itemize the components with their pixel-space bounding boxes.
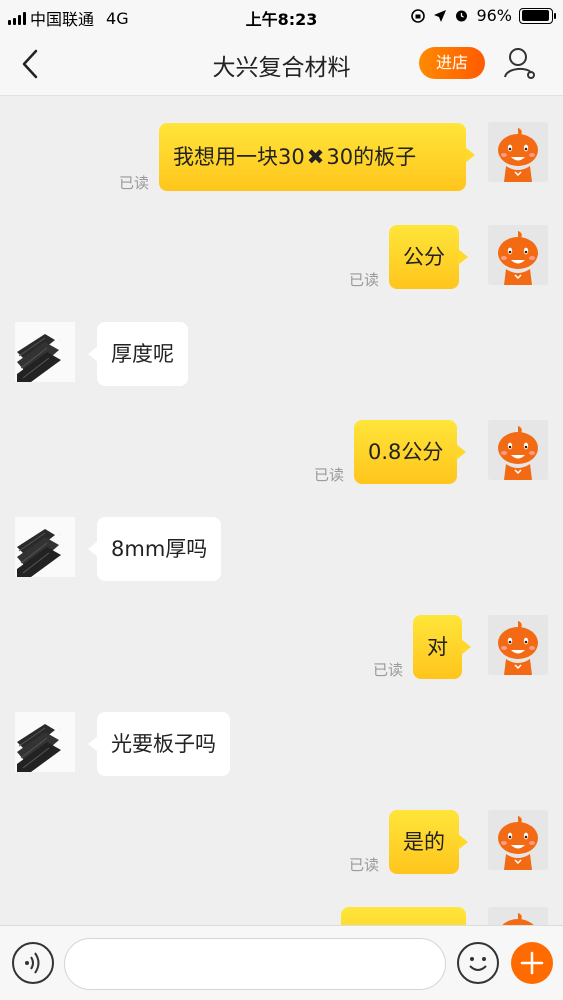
message-text: 8mm厚吗 <box>111 537 208 561</box>
read-status: 已读 <box>373 661 404 679</box>
multiply-icon: ✖ <box>306 145 325 169</box>
message-bubble-sent[interactable]: 公分 <box>389 225 468 289</box>
message-bubble-sent[interactable]: 对 <box>413 615 471 679</box>
message-bubble-sent[interactable]: 是的 <box>389 810 468 874</box>
read-status: 已读 <box>119 174 150 192</box>
message-text: 公分 <box>403 245 445 269</box>
message-bubble-received[interactable]: 厚度呢 <box>88 322 188 386</box>
plus-icon <box>520 951 544 975</box>
message-text: 光要板子吗 <box>111 732 216 756</box>
message-text: 厚度呢 <box>111 342 174 366</box>
input-bar <box>0 925 563 1000</box>
seller-avatar[interactable] <box>15 517 75 577</box>
read-status: 已读 <box>349 271 380 289</box>
location-icon <box>434 9 447 22</box>
more-button[interactable] <box>511 942 553 984</box>
user-settings-icon <box>504 48 535 79</box>
my-avatar[interactable] <box>488 420 548 480</box>
my-avatar[interactable] <box>488 225 548 285</box>
my-avatar[interactable] <box>488 615 548 675</box>
message-bubble-received[interactable]: 8mm厚吗 <box>87 517 222 581</box>
message-bubble-sent[interactable]: 0.8公分 <box>354 420 467 484</box>
message-text: 对 <box>427 635 448 659</box>
enter-store-button[interactable]: 进店 <box>419 47 485 79</box>
battery-percent: 96% <box>476 6 512 25</box>
read-status: 已读 <box>314 466 345 484</box>
voice-button[interactable] <box>12 942 54 984</box>
message-text: 是的 <box>403 830 445 854</box>
message-text: 0.8公分 <box>368 440 444 464</box>
orientation-lock-icon <box>411 8 426 23</box>
status-bar: 中国联通 4G 上午8:23 96% <box>0 0 563 32</box>
my-avatar[interactable] <box>488 810 548 870</box>
read-status: 已读 <box>349 856 380 874</box>
voice-icon <box>25 952 40 974</box>
message-bubble-received[interactable]: 光要板子吗 <box>88 712 230 776</box>
nav-bar: 大兴复合材料 进店 <box>0 32 563 96</box>
message-text: 30的板子 <box>326 145 417 169</box>
smiley-icon <box>469 957 487 971</box>
message-bubble-sent[interactable]: 我想用一块30✖30的板子 <box>159 123 475 191</box>
message-text: 我想用一块30 <box>173 145 305 169</box>
alarm-icon <box>456 10 468 22</box>
profile-settings-button[interactable] <box>500 43 540 83</box>
battery-icon <box>519 7 556 24</box>
seller-avatar[interactable] <box>15 712 75 772</box>
message-input[interactable] <box>64 938 446 990</box>
seller-avatar[interactable] <box>15 322 75 382</box>
emoji-button[interactable] <box>457 942 499 984</box>
my-avatar[interactable] <box>488 122 548 182</box>
